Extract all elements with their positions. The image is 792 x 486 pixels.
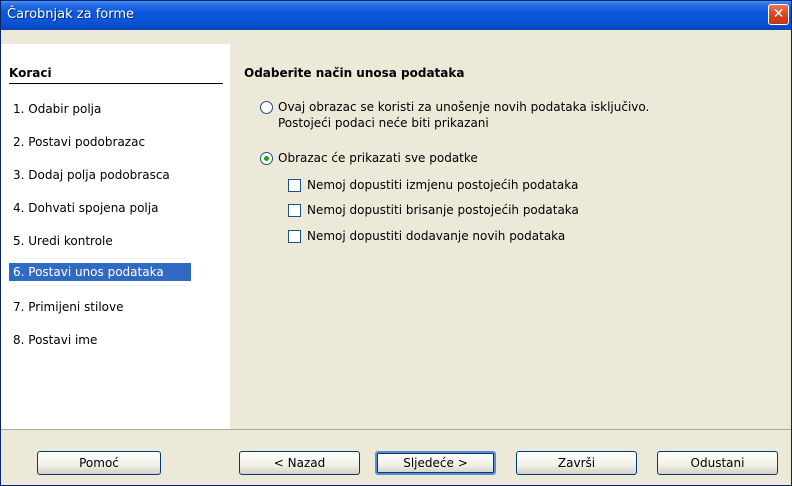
step-item[interactable]: 4. Dohvati spojena polja [11, 199, 158, 217]
step-item[interactable]: 1. Odabir polja [11, 100, 101, 118]
next-button[interactable]: Sljedeće > [375, 451, 496, 475]
window-title: Čarobnjak za forme [7, 7, 135, 22]
checkbox-no-edit-label[interactable]: Nemoj dopustiti izmjenu postojećih podat… [307, 178, 578, 192]
radio-new-data-only-sublabel: Postojeći podaci neće biti prikazani [278, 116, 489, 130]
page-title: Odaberite način unosa podataka [244, 66, 465, 80]
checkbox-no-add[interactable] [288, 230, 301, 243]
step-item[interactable]: 2. Postavi podobrazac [11, 133, 145, 151]
radio-new-data-only[interactable] [260, 101, 273, 114]
radio-show-all-data[interactable] [260, 152, 273, 165]
checkbox-no-edit[interactable] [288, 179, 301, 192]
checkbox-no-delete[interactable] [288, 204, 301, 217]
steps-divider [9, 83, 223, 84]
close-icon: ✕ [772, 6, 785, 22]
radio-selected-dot [264, 156, 269, 161]
step-item[interactable]: 8. Postavi ime [11, 331, 97, 349]
back-button[interactable]: < Nazad [239, 451, 360, 475]
step-item[interactable]: 7. Primijeni stilove [11, 298, 124, 316]
radio-new-data-only-label[interactable]: Ovaj obrazac se koristi za unošenje novi… [278, 100, 649, 114]
title-bar[interactable]: Čarobnjak za forme ✕ [1, 1, 791, 30]
button-bar-divider [1, 429, 791, 430]
help-button[interactable]: Pomoć [37, 451, 161, 475]
step-item-selected[interactable]: 6. Postavi unos podataka [9, 263, 191, 281]
step-item[interactable]: 5. Uredi kontrole [11, 232, 113, 250]
checkbox-no-add-label[interactable]: Nemoj dopustiti dodavanje novih podataka [307, 229, 565, 243]
finish-button[interactable]: Završi [516, 451, 637, 475]
form-wizard-dialog: Čarobnjak za forme ✕ Koraci 1. Odabir po… [0, 0, 792, 486]
close-button[interactable]: ✕ [768, 4, 789, 25]
steps-pane: Koraci 1. Odabir polja 2. Postavi podobr… [1, 44, 230, 429]
radio-show-all-data-label[interactable]: Obrazac će prikazati sve podatke [278, 151, 478, 165]
checkbox-no-delete-label[interactable]: Nemoj dopustiti brisanje postojećih poda… [307, 203, 579, 217]
cancel-button[interactable]: Odustani [657, 451, 778, 475]
step-item[interactable]: 3. Dodaj polja podobrasca [11, 166, 170, 184]
steps-heading: Koraci [9, 66, 52, 80]
